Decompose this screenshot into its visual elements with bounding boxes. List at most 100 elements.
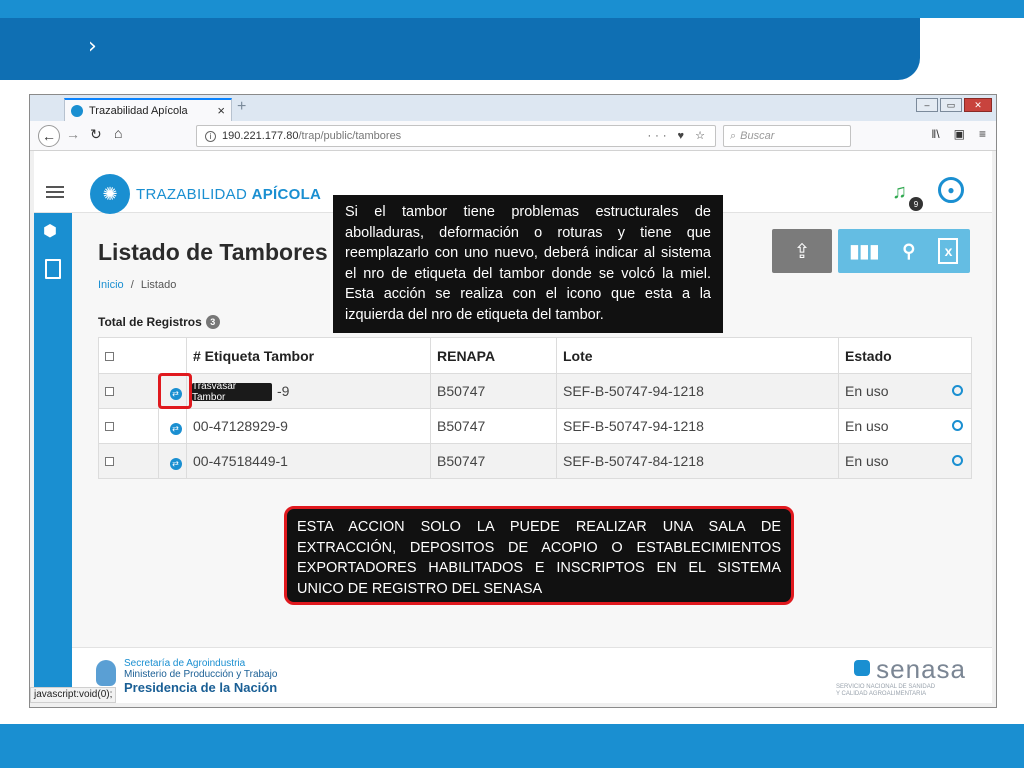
cell-estado: En uso (838, 408, 972, 444)
tab-title: Trazabilidad Apícola (89, 104, 188, 117)
tab-bar: Trazabilidad Apícola × + – ▭ ✕ (30, 95, 996, 121)
hexagons-icon[interactable]: ⬢ (43, 221, 63, 240)
window-controls: – ▭ ✕ (916, 98, 992, 112)
transfer-icon[interactable]: ⇄ (169, 457, 182, 470)
logo-text-bold: APÍCOLA (251, 186, 322, 203)
chevron-right-icon: › (88, 34, 97, 59)
row-check-cell (98, 408, 159, 444)
breadcrumb: Inicio / Listado (98, 279, 176, 291)
url-host: 190.221.177.80 (222, 130, 299, 142)
sidebar-toggle-icon[interactable]: ▣ (954, 127, 965, 141)
cell-renapa: B50747 (430, 443, 557, 479)
row-check-cell (98, 443, 159, 479)
select-all-cell (98, 337, 187, 374)
table-header-row: # Etiqueta Tambor RENAPA Lote Estado (98, 337, 972, 374)
tab-trazabilidad[interactable]: Trazabilidad Apícola × (64, 98, 232, 121)
total-records-count: 3 (205, 315, 220, 329)
highlight-box (158, 373, 192, 409)
notification-badge: 9 (909, 197, 923, 211)
header-etiqueta[interactable]: # Etiqueta Tambor (186, 337, 431, 374)
total-records: Total de Registros 3 (98, 315, 220, 329)
menu-icon[interactable]: ≡ (979, 127, 986, 141)
cell-etiqueta: 00-47128929-9 (186, 408, 431, 444)
table-row: ⇄ 00-47128929-9 B50747 SEF-B-50747-94-12… (98, 408, 972, 444)
callout-top: Si el tambor tiene problemas estructural… (333, 195, 723, 333)
action-button-group: ▮▮▮ ⚲ x (838, 229, 970, 273)
footer-line1: Secretaría de Agroindustria (124, 658, 246, 669)
browser-window: Trazabilidad Apícola × + – ▭ ✕ ← → ↻ ⌂ i… (29, 94, 997, 708)
footer-line3: Presidencia de la Nación (124, 680, 278, 695)
cell-renapa: B50747 (430, 373, 557, 409)
forward-icon[interactable]: → (66, 126, 80, 142)
cell-lote: SEF-B-50747-94-1218 (556, 408, 839, 444)
info-icon[interactable]: i (205, 130, 216, 142)
page-title: Listado de Tambores (98, 239, 328, 265)
upload-button[interactable]: ⇪ (772, 229, 832, 273)
cell-renapa: B50747 (430, 408, 557, 444)
table-row: ⇄ 00-47518449-1 B50747 SEF-B-50747-84-12… (98, 443, 972, 479)
estado-value: En uso (845, 383, 889, 399)
reload-icon[interactable]: ↻ (90, 126, 102, 143)
bee-icon[interactable]: ✺ (90, 174, 130, 214)
estado-value: En uso (845, 418, 889, 434)
slide-top-strip (0, 0, 1024, 18)
search-placeholder: Buscar (740, 130, 775, 142)
excel-icon[interactable]: x (938, 238, 959, 264)
row-action-cell: ⇄ (158, 443, 187, 479)
app-logo-text[interactable]: TRAZABILIDAD APÍCOLA (136, 186, 321, 203)
row-checkbox[interactable] (105, 387, 114, 396)
user-icon[interactable]: ● (938, 177, 964, 203)
slide: › Trazabilidad Apícola × + – ▭ ✕ ← → ↻ ⌂… (0, 0, 1024, 768)
header-lote[interactable]: Lote (556, 337, 839, 374)
select-all-checkbox[interactable] (105, 351, 114, 361)
estado-value: En uso (845, 453, 889, 469)
tooltip-trasvasar: Trasvasar Tambor (192, 381, 272, 403)
library-icon[interactable]: ‖\ (931, 127, 939, 141)
magnifier-icon[interactable]: ⚲ (902, 241, 915, 262)
new-tab-icon[interactable]: + (237, 98, 246, 116)
row-checkbox[interactable] (105, 457, 114, 466)
row-checkbox[interactable] (105, 422, 114, 431)
minimize-button[interactable]: – (916, 98, 938, 112)
search-input[interactable]: ⌕ Buscar (723, 125, 851, 147)
history-icon[interactable] (952, 420, 963, 431)
hamburger-icon[interactable] (46, 186, 64, 198)
history-icon[interactable] (952, 385, 963, 396)
close-tab-icon[interactable]: × (217, 103, 225, 118)
logo-text-light: TRAZABILIDAD (136, 186, 252, 203)
row-action-cell: ⇄ (158, 408, 187, 444)
transfer-icon[interactable]: ⇄ (169, 422, 182, 435)
breadcrumb-home[interactable]: Inicio (98, 279, 124, 291)
cell-lote: SEF-B-50747-94-1218 (556, 373, 839, 409)
callout-bottom: ESTA ACCION SOLO LA PUEDE REALIZAR UNA S… (284, 506, 794, 605)
cell-estado: En uso (838, 373, 972, 409)
footer-line2: Ministerio de Producción y Trabajo (124, 669, 278, 680)
search-icon: ⌕ (730, 129, 737, 142)
header-renapa[interactable]: RENAPA (430, 337, 557, 374)
url-actions[interactable]: ··· ♥ ☆ (648, 129, 710, 142)
history-icon[interactable] (952, 455, 963, 466)
sidebar: ⬢ (34, 213, 72, 703)
nav-bar: ← → ↻ ⌂ i 190.221.177.80/trap/public/tam… (30, 121, 996, 151)
toolbar-right: ‖\ ▣ ≡ (931, 127, 986, 141)
close-window-button[interactable]: ✕ (964, 98, 992, 112)
maximize-button[interactable]: ▭ (940, 98, 962, 112)
senasa-logo: senasa (854, 654, 966, 685)
breadcrumb-current: Listado (140, 279, 177, 291)
drums-table: # Etiqueta Tambor RENAPA Lote Estado ⇄ -… (98, 337, 972, 479)
document-icon[interactable] (45, 259, 61, 279)
cell-etiqueta: 00-47518449-1 (186, 443, 431, 479)
senasa-mark-icon (854, 660, 871, 676)
url-bar[interactable]: i 190.221.177.80/trap/public/tambores ··… (196, 125, 716, 147)
home-icon[interactable]: ⌂ (114, 125, 122, 141)
slide-header (0, 18, 920, 80)
header-estado[interactable]: Estado (838, 337, 972, 374)
bell-icon[interactable]: ♫ (892, 181, 907, 204)
senasa-text: senasa (876, 654, 966, 684)
slide-bottom-band (0, 724, 1024, 768)
bar-chart-icon[interactable]: ▮▮▮ (850, 241, 880, 262)
cell-estado: En uso (838, 443, 972, 479)
breadcrumb-sep: / (130, 279, 134, 291)
total-records-label: Total de Registros (98, 315, 202, 329)
back-icon[interactable]: ← (38, 125, 60, 147)
